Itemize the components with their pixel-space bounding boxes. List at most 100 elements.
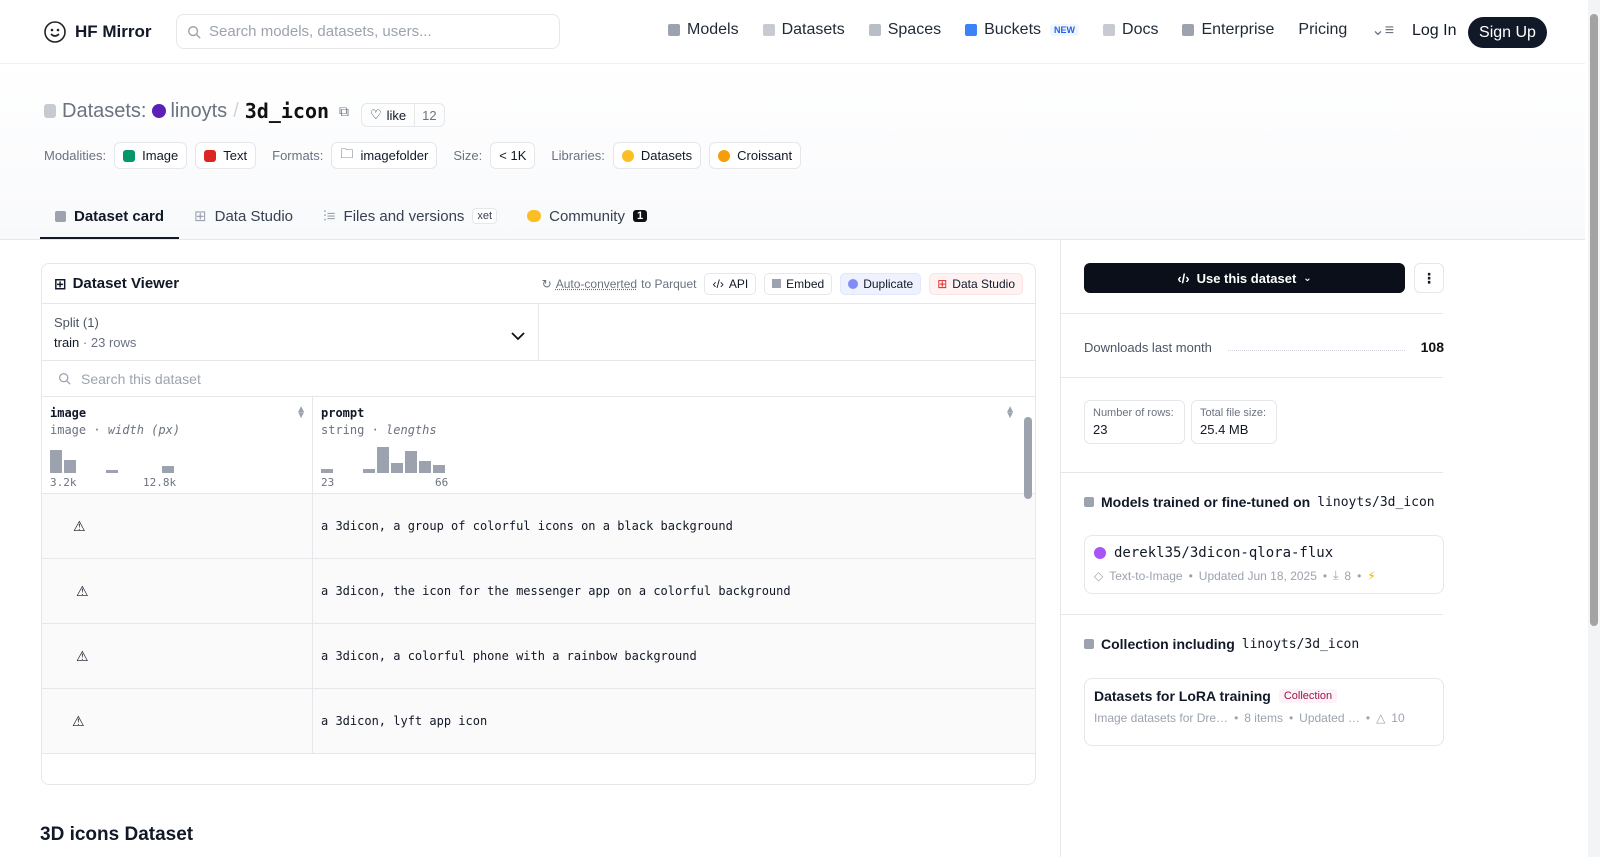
type-text: image: [50, 423, 87, 437]
divider: [1060, 377, 1443, 378]
table-scrollbar[interactable]: [1024, 399, 1032, 779]
table-row[interactable]: ⚠ a 3dicon, a group of colorful icons on …: [42, 494, 1035, 559]
tab-data-studio[interactable]: ⊞ Data Studio: [179, 195, 308, 239]
downloads-stat: Downloads last month 108: [1084, 339, 1444, 355]
tag-label: Text: [223, 148, 248, 163]
tag-datasets-lib[interactable]: Datasets: [612, 142, 702, 169]
tag-size[interactable]: < 1K: [490, 142, 536, 169]
data-studio-button[interactable]: ⊞ Data Studio: [929, 272, 1023, 295]
use-dataset-button[interactable]: ‹/› Use this dataset ⌄: [1084, 263, 1405, 293]
tag-image[interactable]: Image: [114, 142, 188, 169]
nav-label: Models: [687, 21, 739, 38]
tab-label: Files and versions: [343, 207, 465, 225]
stat-value: 25.4 MB: [1200, 422, 1249, 437]
table-row[interactable]: ⚠ a 3dicon, lyft app icon: [42, 689, 1035, 754]
global-search[interactable]: [176, 14, 560, 49]
dataset-search-input[interactable]: [81, 370, 481, 387]
hist-range: 23 66: [321, 476, 561, 489]
copy-icon[interactable]: ⧉: [339, 103, 349, 120]
hf-logo-icon: [44, 21, 66, 43]
code-icon: ‹/›: [1177, 270, 1190, 286]
warning-icon: ⚠: [73, 517, 86, 534]
tag-label: Croissant: [737, 148, 793, 163]
model-icon: [1084, 497, 1094, 507]
page-scrollbar[interactable]: [1588, 0, 1600, 857]
stat-text: lengths: [386, 423, 437, 437]
histogram-bar: [377, 447, 389, 473]
tab-community[interactable]: Community 1: [512, 195, 662, 239]
column-image[interactable]: image image · width (px) 3.2k 12.8k ▲ ▼: [42, 397, 313, 493]
width-histogram: [50, 447, 250, 473]
model-card[interactable]: derekl35/3dicon-qlora-flux ◇ Text-to-Imag…: [1084, 535, 1444, 594]
nav-label: Enterprise: [1201, 21, 1275, 38]
tag-imagefolder[interactable]: 🗀 imagefolder: [331, 142, 438, 169]
tag-icon: ◇: [1094, 568, 1104, 583]
scroll-thumb[interactable]: [1024, 417, 1032, 499]
image-icon: [123, 149, 136, 162]
section-label[interactable]: Datasets:: [62, 100, 146, 123]
auto-converted-link[interactable]: Auto-converted: [556, 277, 637, 291]
histogram-bar: [419, 461, 431, 473]
button-label: Duplicate: [863, 276, 914, 291]
nav-buckets[interactable]: Buckets NEW: [965, 21, 1080, 39]
table-row[interactable]: ⚠ a 3dicon, the icon for the messenger ap…: [42, 559, 1035, 624]
tag-label: Datasets: [640, 148, 693, 163]
brand-logo[interactable]: HF Mirror: [43, 20, 152, 44]
column-divider: [1060, 240, 1061, 857]
parquet-note: ↻ Auto-converted to Parquet: [542, 277, 697, 291]
hist-max: 12.8k: [143, 476, 177, 489]
user-name: linoyts: [170, 99, 228, 122]
search-icon: [188, 25, 201, 39]
collection-items: 8 items: [1244, 711, 1283, 725]
tab-dataset-card[interactable]: Dataset card: [40, 195, 180, 239]
nav-datasets[interactable]: Datasets: [762, 21, 845, 39]
warning-icon: ⚠: [76, 647, 89, 664]
split-dropdown[interactable]: Split (1) train · 23 rows: [42, 304, 539, 360]
user-link[interactable]: linoyts: [152, 100, 227, 123]
histogram-bar: [64, 460, 76, 473]
like-button[interactable]: ♡ like 12: [361, 103, 445, 127]
nav-models[interactable]: Models: [668, 21, 739, 39]
tab-files[interactable]: ⫶≡ Files and versions xet: [308, 195, 512, 239]
tag-croissant[interactable]: Croissant: [709, 142, 802, 169]
search-input[interactable]: [209, 23, 529, 40]
lightning-icon: ⚡: [1367, 568, 1376, 583]
refresh-icon: ↻: [541, 276, 552, 291]
repo-name[interactable]: 3d_icon: [245, 99, 329, 123]
nav-pricing[interactable]: Pricing: [1298, 21, 1347, 39]
downloads-sparkline: [1227, 343, 1405, 351]
login-link[interactable]: Log In: [1412, 22, 1456, 40]
avatar: [152, 104, 167, 118]
tag-label: Image: [142, 148, 179, 163]
sort-icon[interactable]: ▲ ▼: [296, 405, 306, 421]
button-label: Data Studio: [952, 276, 1015, 291]
docs-icon: [1103, 24, 1116, 36]
sort-icon[interactable]: ▲ ▼: [1005, 405, 1015, 421]
formats-label: Formats:: [272, 148, 324, 163]
tag-text[interactable]: Text: [195, 142, 257, 169]
dataset-icon: [44, 104, 56, 118]
split-rows: 23 rows: [90, 335, 137, 350]
heading-text: Collection including: [1101, 636, 1235, 652]
image-cell: ⚠: [42, 494, 313, 558]
table-row[interactable]: ⚠ a 3dicon, a colorful phone with a rainb…: [42, 624, 1035, 689]
duplicate-button[interactable]: Duplicate: [840, 272, 922, 295]
nav-docs[interactable]: Docs: [1103, 21, 1158, 39]
nav-spaces[interactable]: Spaces: [868, 21, 941, 39]
signup-button[interactable]: Sign Up: [1468, 17, 1547, 48]
readme-heading: 3D icons Dataset: [40, 824, 194, 845]
page-scroll-thumb[interactable]: [1590, 14, 1598, 626]
model-avatar: [1094, 547, 1106, 559]
embed-button[interactable]: Embed: [764, 272, 833, 295]
path-separator: /: [233, 99, 239, 122]
column-prompt[interactable]: prompt string · lengths 23 66 ▲ ▼: [313, 397, 1021, 493]
models-heading: Models trained or fine-tuned on linoyts/3…: [1084, 494, 1435, 510]
more-options-button[interactable]: ⋮: [1414, 263, 1444, 293]
viewer-search[interactable]: [42, 361, 1035, 397]
more-menu-icon[interactable]: ⌄≡: [1371, 20, 1394, 40]
spaces-icon: [868, 24, 881, 36]
nav-enterprise[interactable]: Enterprise: [1182, 21, 1274, 39]
collection-card[interactable]: Datasets for LoRA training Collection Ima…: [1084, 678, 1444, 746]
histogram-bar: [162, 466, 174, 473]
api-button[interactable]: ‹/› API: [704, 272, 757, 295]
